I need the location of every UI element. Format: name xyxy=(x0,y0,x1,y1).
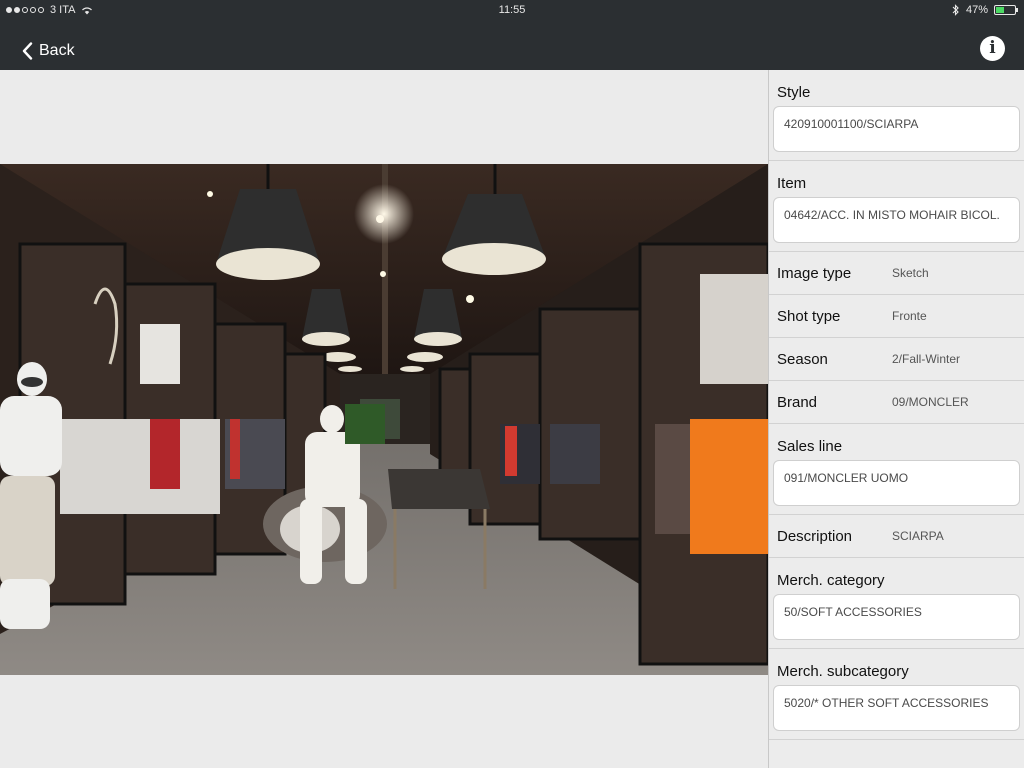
details-panel: Style 420910001100/SCIARPA Item 04642/AC… xyxy=(768,70,1024,768)
sales-line-section: Sales line 091/MONCLER UOMO xyxy=(769,424,1024,515)
brand-label: Brand xyxy=(777,393,818,411)
style-label: Style xyxy=(777,84,811,101)
image-type-row: Image type Sketch xyxy=(769,252,1024,295)
merch-category-field[interactable]: 50/SOFT ACCESSORIES xyxy=(773,594,1020,640)
sales-line-field[interactable]: 091/MONCLER UOMO xyxy=(773,460,1020,506)
info-icon: i xyxy=(989,38,996,58)
shot-type-value: Fronte xyxy=(892,309,927,323)
brand-value: 09/MONCLER xyxy=(892,395,969,409)
merch-category-label: Merch. category xyxy=(777,572,885,589)
merch-subcategory-field[interactable]: 5020/* OTHER SOFT ACCESSORIES xyxy=(773,685,1020,731)
info-button[interactable]: i xyxy=(980,36,1005,61)
product-image-area xyxy=(0,70,768,768)
merch-subcategory-label: Merch. subcategory xyxy=(777,663,909,680)
merch-subcategory-section: Merch. subcategory 5020/* OTHER SOFT ACC… xyxy=(769,649,1024,740)
style-section: Style 420910001100/SCIARPA xyxy=(769,70,1024,161)
image-type-value: Sketch xyxy=(892,266,929,280)
back-label: Back xyxy=(39,42,75,59)
item-label: Item xyxy=(777,175,807,192)
season-value: 2/Fall-Winter xyxy=(892,352,961,366)
sales-line-label: Sales line xyxy=(777,438,843,455)
store-interior-image xyxy=(0,164,768,675)
merch-category-section: Merch. category 50/SOFT ACCESSORIES xyxy=(769,558,1024,649)
item-field[interactable]: 04642/ACC. IN MISTO MOHAIR BICOL. xyxy=(773,197,1020,243)
chevron-left-icon xyxy=(22,42,33,60)
battery-icon xyxy=(994,5,1018,15)
shot-type-label: Shot type xyxy=(777,307,841,325)
status-bar: 3 ITA 11:55 47% xyxy=(0,0,1024,20)
store-photo[interactable] xyxy=(0,164,768,675)
season-label: Season xyxy=(777,350,828,368)
image-type-label: Image type xyxy=(777,264,852,282)
battery-percent: 47% xyxy=(965,4,988,16)
style-field[interactable]: 420910001100/SCIARPA xyxy=(773,106,1020,152)
back-button[interactable]: Back xyxy=(22,38,75,64)
shot-type-row: Shot type Fronte xyxy=(769,295,1024,338)
season-row: Season 2/Fall-Winter xyxy=(769,338,1024,381)
status-right: 47% xyxy=(952,4,1018,16)
item-section: Item 04642/ACC. IN MISTO MOHAIR BICOL. xyxy=(769,161,1024,252)
navigation-bar: 3 ITA 11:55 47% Back i xyxy=(0,0,1024,70)
brand-row: Brand 09/MONCLER xyxy=(769,381,1024,424)
bluetooth-icon xyxy=(952,4,959,16)
description-label: Description xyxy=(777,527,853,545)
status-time: 11:55 xyxy=(498,4,526,16)
description-row: Description SCIARPA xyxy=(769,515,1024,558)
description-value: SCIARPA xyxy=(892,529,944,543)
